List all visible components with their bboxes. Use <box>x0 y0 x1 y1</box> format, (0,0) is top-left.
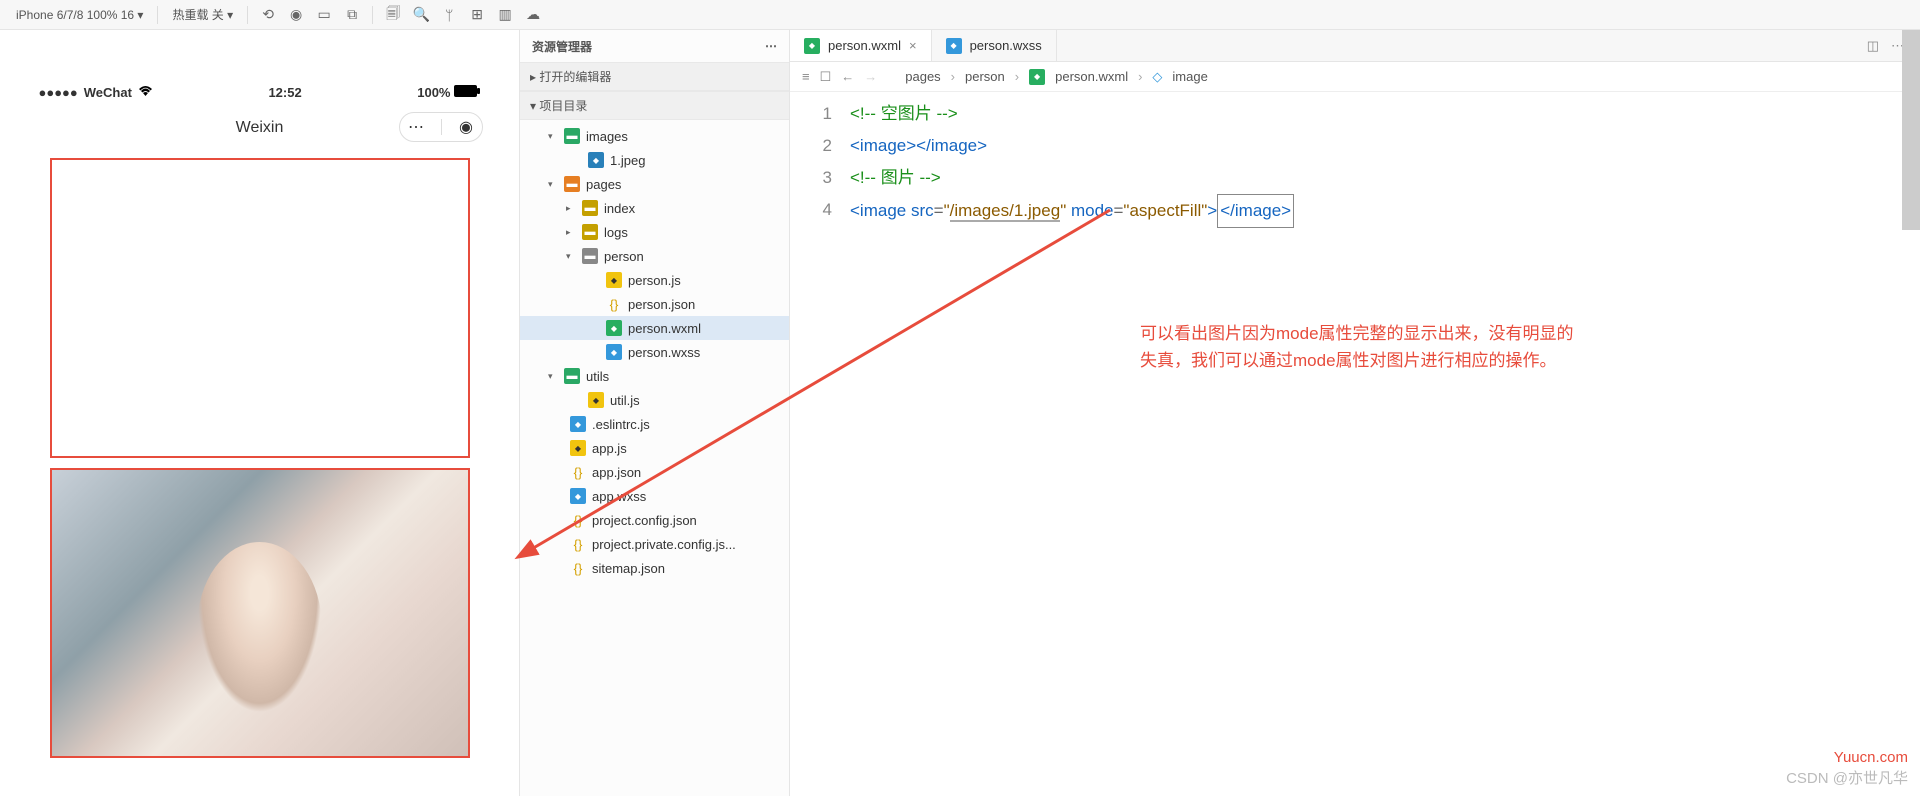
carrier-label: WeChat <box>84 85 132 100</box>
wifi-icon <box>138 85 153 100</box>
tree-item[interactable]: ◆app.wxss <box>520 484 789 508</box>
file-icon: ◆ <box>570 488 586 504</box>
scrollbar[interactable] <box>1902 30 1920 230</box>
tree-item[interactable]: ◆person.js <box>520 268 789 292</box>
battery-pct: 100% <box>417 85 450 100</box>
tree-item[interactable]: ◆1.jpeg <box>520 148 789 172</box>
file-icon: ◆ <box>570 416 586 432</box>
file-icon: {} <box>570 536 586 552</box>
watermark-csdn: CSDN @亦世凡华 <box>1786 767 1908 788</box>
empty-image-placeholder <box>50 158 470 458</box>
cloud-icon[interactable]: ☁ <box>519 6 547 23</box>
search-icon[interactable]: 🔍 <box>407 6 435 23</box>
time-label: 12:52 <box>268 85 301 100</box>
file-icon: ▬ <box>582 224 598 240</box>
device-selector[interactable]: iPhone 6/7/8 100% 16 ▾ <box>8 8 151 22</box>
list-icon[interactable]: ≡ <box>802 69 810 84</box>
files-icon[interactable]: 🗐 <box>379 3 407 27</box>
forward-icon[interactable]: → <box>864 69 877 84</box>
file-icon: ◆ <box>606 344 622 360</box>
editor-tab[interactable]: ◆person.wxml× <box>790 30 932 61</box>
more-icon[interactable]: ⋯ <box>408 117 424 137</box>
close-icon[interactable]: ◉ <box>459 117 473 137</box>
editor-tab[interactable]: ◆person.wxss <box>932 30 1057 61</box>
line-gutter: 1 2 3 4 <box>790 92 850 796</box>
file-icon: ◆ <box>606 320 622 336</box>
filled-image <box>50 468 470 758</box>
window-icon[interactable]: ⧉ <box>338 6 366 23</box>
open-editors-section[interactable]: ▸ 打开的编辑器 <box>520 62 789 91</box>
file-icon: ◆ <box>588 152 604 168</box>
box-icon[interactable]: ▥ <box>491 6 519 23</box>
breadcrumb-item[interactable]: person <box>965 69 1005 84</box>
annotation-text: 可以看出图片因为mode属性完整的显示出来，没有明显的 失真，我们可以通过mod… <box>1140 320 1574 374</box>
device-status-bar: ●●●●● WeChat 12:52 100% <box>25 80 495 104</box>
wxml-icon: ◆ <box>1029 69 1045 85</box>
file-icon: {} <box>570 512 586 528</box>
tree-item[interactable]: ◆util.js <box>520 388 789 412</box>
tree-item[interactable]: {}app.json <box>520 460 789 484</box>
breadcrumb-file[interactable]: person.wxml <box>1055 69 1128 84</box>
file-icon: ▬ <box>582 248 598 264</box>
code-content[interactable]: <!-- 空图片 --><image></image><!-- 图片 --><i… <box>850 92 1294 796</box>
device-icon[interactable]: ▭ <box>310 6 338 23</box>
file-icon: ◆ <box>946 38 962 54</box>
simulator-panel: ●●●●● WeChat 12:52 100% Weixin ⋯ <box>0 30 520 796</box>
project-dir-section[interactable]: ▾ 项目目录 <box>520 91 789 120</box>
file-icon: ◆ <box>804 38 820 54</box>
battery-icon <box>454 85 480 100</box>
close-tab-icon[interactable]: × <box>909 38 917 53</box>
tree-item[interactable]: ▸▬logs <box>520 220 789 244</box>
tree-item[interactable]: {}person.json <box>520 292 789 316</box>
top-toolbar: iPhone 6/7/8 100% 16 ▾ 热重载 关 ▾ ⟲ ◉ ▭ ⧉ 🗐… <box>0 0 1920 30</box>
tree-item[interactable]: ◆person.wxml <box>520 316 789 340</box>
split-icon[interactable]: ◫ <box>1867 38 1879 54</box>
extension-icon[interactable]: ⊞ <box>463 6 491 23</box>
file-icon: ◆ <box>606 272 622 288</box>
tree-item[interactable]: {}project.private.config.js... <box>520 532 789 556</box>
tree-item[interactable]: ▾▬utils <box>520 364 789 388</box>
file-icon: ▬ <box>564 368 580 384</box>
explorer-title: 资源管理器 <box>532 38 592 55</box>
file-icon: ▬ <box>564 176 580 192</box>
back-icon[interactable]: ← <box>841 69 854 84</box>
file-icon: ◆ <box>570 440 586 456</box>
tree-item[interactable]: ▾▬person <box>520 244 789 268</box>
tree-item[interactable]: ▾▬images <box>520 124 789 148</box>
menu-capsule[interactable]: ⋯ ◉ <box>399 112 483 142</box>
tree-item[interactable]: {}sitemap.json <box>520 556 789 580</box>
editor-panel: ◆person.wxml×◆person.wxss ◫ ⋯ ≡ ☐ ← → pa… <box>790 30 1920 796</box>
refresh-icon[interactable]: ⟲ <box>254 6 282 23</box>
watermark: Yuucn.com <box>1834 749 1908 766</box>
file-tree: ▾▬images◆1.jpeg▾▬pages▸▬index▸▬logs▾▬per… <box>520 120 789 796</box>
page-title: Weixin <box>236 119 284 137</box>
tree-item[interactable]: ▾▬pages <box>520 172 789 196</box>
breadcrumb-symbol[interactable]: image <box>1172 69 1207 84</box>
file-icon: ◆ <box>588 392 604 408</box>
explorer-more-icon[interactable]: ⋯ <box>765 39 777 53</box>
symbol-icon: ◇ <box>1152 69 1162 85</box>
branch-icon[interactable]: ᛘ <box>435 7 463 23</box>
tree-item[interactable]: ◆person.wxss <box>520 340 789 364</box>
tree-item[interactable]: ◆.eslintrc.js <box>520 412 789 436</box>
signal-icon: ●●●●● <box>39 85 78 100</box>
stop-icon[interactable]: ◉ <box>282 6 310 23</box>
tree-item[interactable]: ◆app.js <box>520 436 789 460</box>
tree-item[interactable]: ▸▬index <box>520 196 789 220</box>
file-icon: {} <box>570 464 586 480</box>
hotreload-toggle[interactable]: 热重载 关 ▾ <box>164 6 241 23</box>
bookmark-icon[interactable]: ☐ <box>820 69 832 85</box>
nav-bar: Weixin ⋯ ◉ <box>25 104 495 152</box>
file-icon: ▬ <box>582 200 598 216</box>
file-icon: {} <box>606 296 622 312</box>
explorer-panel: 资源管理器 ⋯ ▸ 打开的编辑器 ▾ 项目目录 ▾▬images◆1.jpeg▾… <box>520 30 790 796</box>
breadcrumb-item[interactable]: pages <box>905 69 940 84</box>
file-icon: {} <box>570 560 586 576</box>
tree-item[interactable]: {}project.config.json <box>520 508 789 532</box>
editor-tabs: ◆person.wxml×◆person.wxss ◫ ⋯ <box>790 30 1920 62</box>
file-icon: ▬ <box>564 128 580 144</box>
